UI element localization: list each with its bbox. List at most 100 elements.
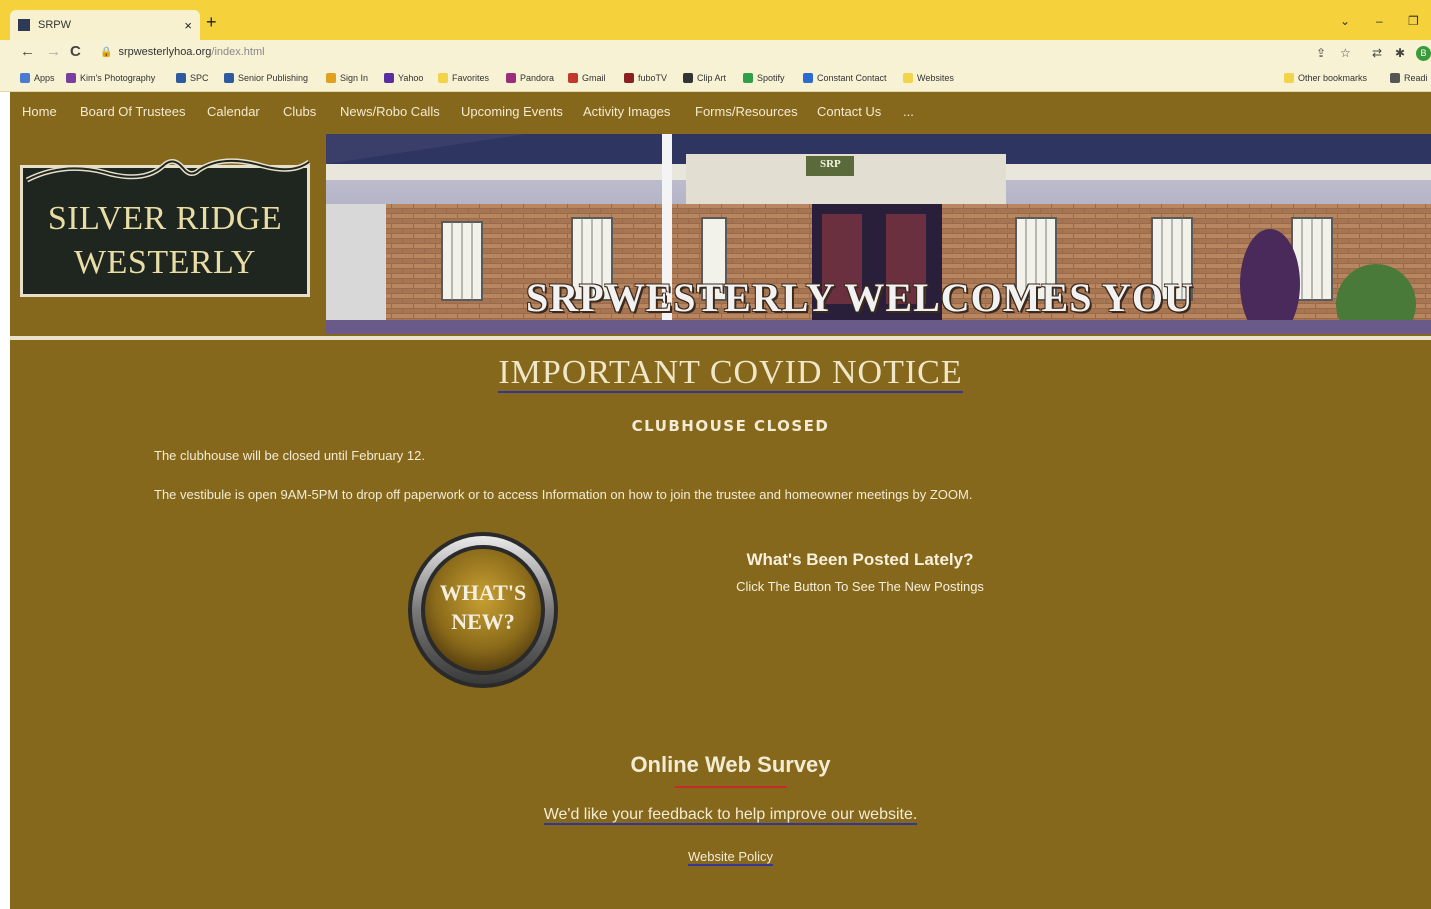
header-divider (10, 336, 1431, 340)
extensions-puzzle-icon[interactable]: ✱ (1395, 46, 1405, 60)
bookmark-item[interactable]: SPC (176, 73, 209, 83)
logo-scroll-ornament (25, 158, 311, 183)
bookmark-label: Sign In (340, 73, 369, 83)
tab-search-icon[interactable]: ⌄ (1340, 14, 1350, 28)
bookmark-item[interactable]: Favorites (438, 73, 489, 83)
nav-item[interactable]: Calendar (207, 104, 260, 119)
browser-tab-bar: SRPW × + ⌄ – ❐ (0, 0, 1431, 40)
lock-icon: 🔒 (100, 47, 113, 58)
bookmark-label: Kim's Photography (80, 73, 156, 83)
bookmark-item[interactable]: Pandora (506, 73, 554, 83)
bookmark-icon (506, 73, 516, 83)
website-policy-link-text[interactable]: Website Policy (687, 849, 773, 866)
notice-paragraph-2: The vestibule is open 9AM-5PM to drop of… (154, 487, 973, 502)
bookmark-label: Spotify (757, 73, 785, 83)
whats-new-line-2: NEW? (451, 609, 515, 634)
other-bookmarks-label: Other bookmarks (1298, 73, 1368, 83)
covid-notice-title-text: IMPORTANT COVID NOTICE (498, 354, 963, 393)
bookmark-icon (683, 73, 693, 83)
bookmark-item[interactable]: Websites (903, 73, 954, 83)
nav-item[interactable]: Clubs (283, 104, 316, 119)
reading-list-icon (1390, 73, 1400, 83)
bookmark-item[interactable]: Senior Publishing (224, 73, 308, 83)
nav-item[interactable]: Activity Images (583, 104, 670, 119)
logo-line-2: WESTERLY (74, 244, 256, 281)
clubhouse-closed-heading: CLUBHOUSE CLOSED (631, 417, 830, 435)
bookmark-item[interactable]: Clip Art (683, 73, 726, 83)
browser-tab[interactable]: SRPW × (10, 10, 200, 40)
bookmark-label: Apps (34, 73, 55, 83)
bookmark-label: SPC (190, 73, 209, 83)
whats-new-button[interactable]: WHAT'S NEW? (407, 530, 559, 690)
bookmark-item[interactable]: Kim's Photography (66, 73, 155, 83)
reading-list[interactable]: Readi (1390, 73, 1428, 83)
site-logo[interactable]: SILVER RIDGE WESTERLY (20, 158, 311, 297)
extension-icon[interactable]: ⇄ (1372, 46, 1382, 60)
logo-line-1: SILVER RIDGE (47, 200, 283, 237)
bookmark-item[interactable]: Yahoo (384, 73, 423, 83)
nav-item[interactable]: ... (903, 104, 914, 119)
bookmark-icon (803, 73, 813, 83)
whats-new-line-1: WHAT'S (439, 580, 527, 605)
bookmark-icon (20, 73, 30, 83)
tab-title: SRPW (38, 19, 71, 31)
bookmarks-bar: Other bookmarks Readi Apps Kim's Photogra… (0, 68, 1431, 92)
bookmark-label: Clip Art (697, 73, 727, 83)
bookmark-item[interactable]: Gmail (568, 73, 606, 83)
bookmark-label: Yahoo (398, 73, 424, 83)
bookmark-label: Senior Publishing (238, 73, 309, 83)
profile-avatar[interactable]: B (1416, 46, 1431, 61)
back-icon[interactable]: ← (20, 43, 35, 60)
nav-item[interactable]: Contact Us (817, 104, 881, 119)
posted-lately-heading: What's Been Posted Lately? (746, 550, 974, 569)
bookmark-icon (624, 73, 634, 83)
nav-item[interactable]: Board Of Trustees (80, 104, 186, 119)
bookmark-icon (903, 73, 913, 83)
restore-icon[interactable]: ❐ (1408, 14, 1419, 28)
bookmark-item[interactable]: Constant Contact (803, 73, 887, 83)
bookmark-icon (743, 73, 753, 83)
bookmark-icon (66, 73, 76, 83)
bookmark-item[interactable]: Spotify (743, 73, 785, 83)
bookmark-icon (224, 73, 234, 83)
banner-welcome-text: SRPWESTERLY WELCOMES YOU (526, 275, 1194, 320)
url-domain: srpwesterlyhoa.org (118, 46, 212, 58)
site-nav: Home Board Of Trustees Calendar Clubs News/R… (10, 92, 1431, 134)
nav-item[interactable]: Upcoming Events (461, 104, 563, 119)
bookmark-label: Gmail (582, 73, 606, 83)
banner-sign: SRP (820, 158, 841, 170)
minimize-icon[interactable]: – (1376, 14, 1383, 28)
nav-item[interactable]: Home (22, 104, 57, 119)
address-field[interactable]: 🔒 srpwesterlyhoa.org/index.html (100, 46, 265, 58)
forward-icon[interactable]: → (46, 43, 61, 60)
folder-icon (1284, 73, 1294, 83)
feedback-link[interactable]: We'd like your feedback to help improve … (10, 806, 1431, 825)
bookmark-label: Favorites (452, 73, 490, 83)
bookmark-icon (326, 73, 336, 83)
feedback-link-text[interactable]: We'd like your feedback to help improve … (543, 806, 918, 825)
notice-paragraph-1: The clubhouse will be closed until Febru… (154, 448, 425, 463)
website-policy-link[interactable]: Website Policy (10, 849, 1431, 866)
tab-close-button[interactable]: × (184, 18, 192, 33)
bookmark-icon (384, 73, 394, 83)
nav-item[interactable]: Forms/Resources (695, 104, 798, 119)
reading-list-label: Readi (1404, 73, 1428, 83)
bookmark-item[interactable]: fuboTV (624, 73, 667, 83)
clubhouse-banner-image: SRP SRPWESTERLY WELCOMES YOU (326, 134, 1431, 334)
bookmark-label: fuboTV (638, 73, 668, 83)
other-bookmarks[interactable]: Other bookmarks (1284, 73, 1367, 83)
bookmark-label: Constant Contact (817, 73, 887, 83)
share-icon[interactable]: ⇪ (1316, 46, 1326, 60)
site-favicon-icon (18, 19, 30, 31)
website-page: Home Board Of Trustees Calendar Clubs News/R… (10, 92, 1431, 909)
nav-item[interactable]: News/Robo Calls (340, 104, 440, 119)
new-tab-button[interactable]: + (206, 12, 217, 33)
survey-heading-rule (675, 786, 787, 788)
bookmark-star-icon[interactable]: ☆ (1340, 46, 1351, 60)
bookmark-item[interactable]: Sign In (326, 73, 368, 83)
bookmark-item[interactable]: Apps (20, 73, 55, 83)
reload-icon[interactable]: C (70, 43, 81, 60)
covid-notice-title: IMPORTANT COVID NOTICE (10, 354, 1431, 393)
browser-toolbar: ← → C 🔒 srpwesterlyhoa.org/index.html ⇪ ☆… (0, 40, 1431, 68)
bookmark-icon (568, 73, 578, 83)
